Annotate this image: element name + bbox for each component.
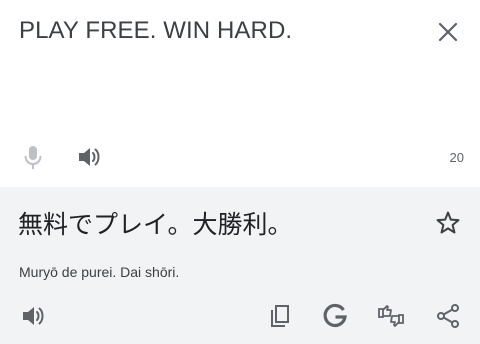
clear-source-button[interactable] xyxy=(434,18,462,46)
speaker-icon xyxy=(74,143,104,171)
source-panel: PLAY FREE. WIN HARD. 20 xyxy=(0,0,480,187)
translation-panel: 無料でプレイ。大勝利。 Muryō de purei. Dai shōri. xyxy=(0,187,480,344)
microphone-icon xyxy=(20,143,46,171)
source-text[interactable]: PLAY FREE. WIN HARD. xyxy=(19,17,292,45)
save-translation-button[interactable] xyxy=(434,209,462,237)
share-icon xyxy=(434,302,462,330)
copy-button[interactable] xyxy=(266,302,294,330)
copy-icon xyxy=(266,302,294,330)
speaker-icon xyxy=(18,302,48,330)
translation-text: 無料でプレイ。大勝利。 xyxy=(18,210,293,239)
feedback-button[interactable] xyxy=(376,302,406,330)
swap-thumbs-icon xyxy=(376,302,406,330)
google-search-button[interactable] xyxy=(321,302,349,330)
star-icon xyxy=(434,209,462,237)
character-count: 20 xyxy=(449,150,464,165)
source-listen-button[interactable] xyxy=(74,143,104,171)
microphone-button[interactable] xyxy=(20,143,46,171)
close-icon xyxy=(437,21,459,43)
translation-listen-button[interactable] xyxy=(18,302,48,330)
transliteration-text: Muryō de purei. Dai shōri. xyxy=(19,264,180,280)
share-button[interactable] xyxy=(434,302,462,330)
google-g-icon xyxy=(321,302,349,330)
